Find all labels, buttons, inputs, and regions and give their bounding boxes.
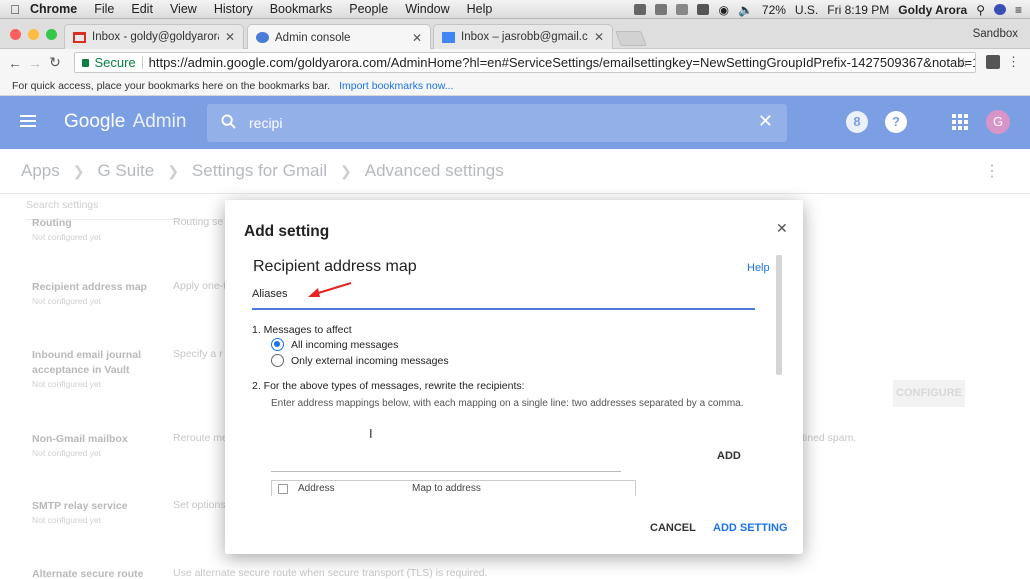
dialog-title: Add setting xyxy=(244,223,330,240)
chrome-menu-icon[interactable]: ⋮ xyxy=(1007,54,1020,70)
evernote-icon[interactable] xyxy=(655,4,668,15)
menu-chrome[interactable]: Chrome xyxy=(30,2,77,16)
inbox-icon xyxy=(442,31,455,43)
drive-icon[interactable] xyxy=(676,4,689,15)
url-text[interactable]: https://admin.google.com/goldyarora.com/… xyxy=(149,55,975,70)
mapping-hint: Enter address mappings below, with each … xyxy=(271,398,744,409)
lock-icon xyxy=(82,58,90,67)
window-controls xyxy=(10,29,57,40)
admin-page: Google Admin ✕ 8 ? G Apps ❯ G Suite ❯ Se… xyxy=(0,96,1030,579)
bookmarks-bar: For quick access, place your bookmarks h… xyxy=(0,76,1030,96)
add-mapping-button[interactable]: ADD xyxy=(717,450,741,462)
menu-history[interactable]: History xyxy=(214,2,253,16)
col-address: Address xyxy=(298,483,335,494)
section-rewrite-recipients: 2. For the above types of messages, rewr… xyxy=(252,380,525,392)
bookmarks-hint: For quick access, place your bookmarks h… xyxy=(12,79,331,92)
tab-admin-console[interactable]: Admin console ✕ xyxy=(247,24,431,50)
close-tab-icon[interactable]: ✕ xyxy=(594,30,604,44)
spotlight-icon[interactable]: ⚲ xyxy=(976,3,985,17)
tab-gmail-goldy[interactable]: Inbox - goldy@goldyarora.com ✕ xyxy=(64,24,244,49)
section-messages-to-affect: 1. Messages to affect xyxy=(252,324,352,336)
import-bookmarks-link[interactable]: Import bookmarks now... xyxy=(339,80,453,92)
back-arrow-icon[interactable]: ← xyxy=(5,55,25,71)
menu-file[interactable]: File xyxy=(94,2,114,16)
tab-title: Inbox - goldy@goldyarora.com xyxy=(92,31,219,43)
setting-name: Recipient address map xyxy=(253,258,417,275)
tab-inbox-jasrobb[interactable]: Inbox – jasrobb@gmail.com ✕ xyxy=(433,24,613,49)
divider xyxy=(141,56,143,69)
bookmark-star-icon[interactable]: ☆ xyxy=(957,55,969,71)
add-setting-dialog: Add setting ✕ Recipient address map Help… xyxy=(225,200,803,554)
dialog-scrollbar[interactable] xyxy=(776,255,782,375)
clock[interactable]: Fri 8:19 PM xyxy=(827,3,889,17)
add-setting-button[interactable]: ADD SETTING xyxy=(713,522,788,534)
radio-label: Only external incoming messages xyxy=(291,354,449,367)
input-source[interactable]: U.S. xyxy=(795,3,818,17)
tab-strip: Inbox - goldy@goldyarora.com ✕ Admin con… xyxy=(0,19,1030,50)
macos-menubar:  Chrome File Edit View History Bookmark… xyxy=(0,0,1030,19)
radio-external-incoming[interactable]: Only external incoming messages xyxy=(271,354,449,367)
gmail-icon xyxy=(73,31,86,43)
minimize-window-button[interactable] xyxy=(28,29,39,40)
col-map-to-address: Map to address xyxy=(412,483,481,494)
radio-all-incoming[interactable]: All incoming messages xyxy=(271,338,398,351)
menu-people[interactable]: People xyxy=(349,2,388,16)
display-icon[interactable] xyxy=(697,4,710,15)
close-icon[interactable]: ✕ xyxy=(776,220,788,237)
forward-arrow-icon[interactable]: → xyxy=(25,55,45,71)
close-tab-icon[interactable]: ✕ xyxy=(225,30,235,44)
cancel-button[interactable]: CANCEL xyxy=(650,522,696,534)
profile-label[interactable]: Sandbox xyxy=(973,28,1018,40)
menu-window[interactable]: Window xyxy=(405,2,449,16)
browser-toolbar: ← → ↻ Secure https://admin.google.com/go… xyxy=(0,49,1030,76)
close-tab-icon[interactable]: ✕ xyxy=(412,31,422,45)
help-link[interactable]: Help xyxy=(747,262,770,274)
address-mapping-input[interactable] xyxy=(271,450,621,472)
status-tray: ◉ 🔈 72% U.S. Fri 8:19 PM Goldy Arora ⚲ ≡ xyxy=(634,0,1022,19)
battery-percent[interactable]: 72% xyxy=(762,3,786,17)
text-cursor-icon: I xyxy=(369,426,373,441)
radio-button-checked[interactable] xyxy=(271,338,284,351)
zoom-window-button[interactable] xyxy=(46,29,57,40)
notification-center-icon[interactable]: ≡ xyxy=(1015,3,1022,17)
reload-icon[interactable]: ↻ xyxy=(45,54,65,71)
admin-icon xyxy=(256,32,269,43)
tab-title: Inbox – jasrobb@gmail.com xyxy=(461,31,588,43)
wifi-icon[interactable]: ◉ xyxy=(718,3,728,17)
extension-icon[interactable] xyxy=(986,55,1000,69)
siri-icon[interactable] xyxy=(993,4,1006,15)
annotation-arrow-icon xyxy=(308,282,352,297)
secure-label: Secure xyxy=(94,55,136,70)
mapping-table-header: Address Map to address xyxy=(271,480,636,496)
tab-title: Admin console xyxy=(275,31,351,44)
menu-bookmarks[interactable]: Bookmarks xyxy=(270,2,333,16)
menu-help[interactable]: Help xyxy=(467,2,493,16)
radio-button[interactable] xyxy=(271,354,284,367)
new-tab-button[interactable] xyxy=(615,31,647,46)
camera-icon[interactable] xyxy=(634,4,647,15)
select-all-checkbox[interactable] xyxy=(278,483,288,494)
radio-label: All incoming messages xyxy=(291,338,399,351)
volume-icon[interactable]: 🔈 xyxy=(738,3,753,17)
menu-edit[interactable]: Edit xyxy=(131,2,153,16)
apple-icon[interactable]:  xyxy=(0,2,30,17)
address-bar[interactable]: Secure https://admin.google.com/goldyaro… xyxy=(74,52,976,73)
user-name[interactable]: Goldy Arora xyxy=(898,3,967,17)
close-window-button[interactable] xyxy=(10,29,21,40)
menu-view[interactable]: View xyxy=(170,2,197,16)
